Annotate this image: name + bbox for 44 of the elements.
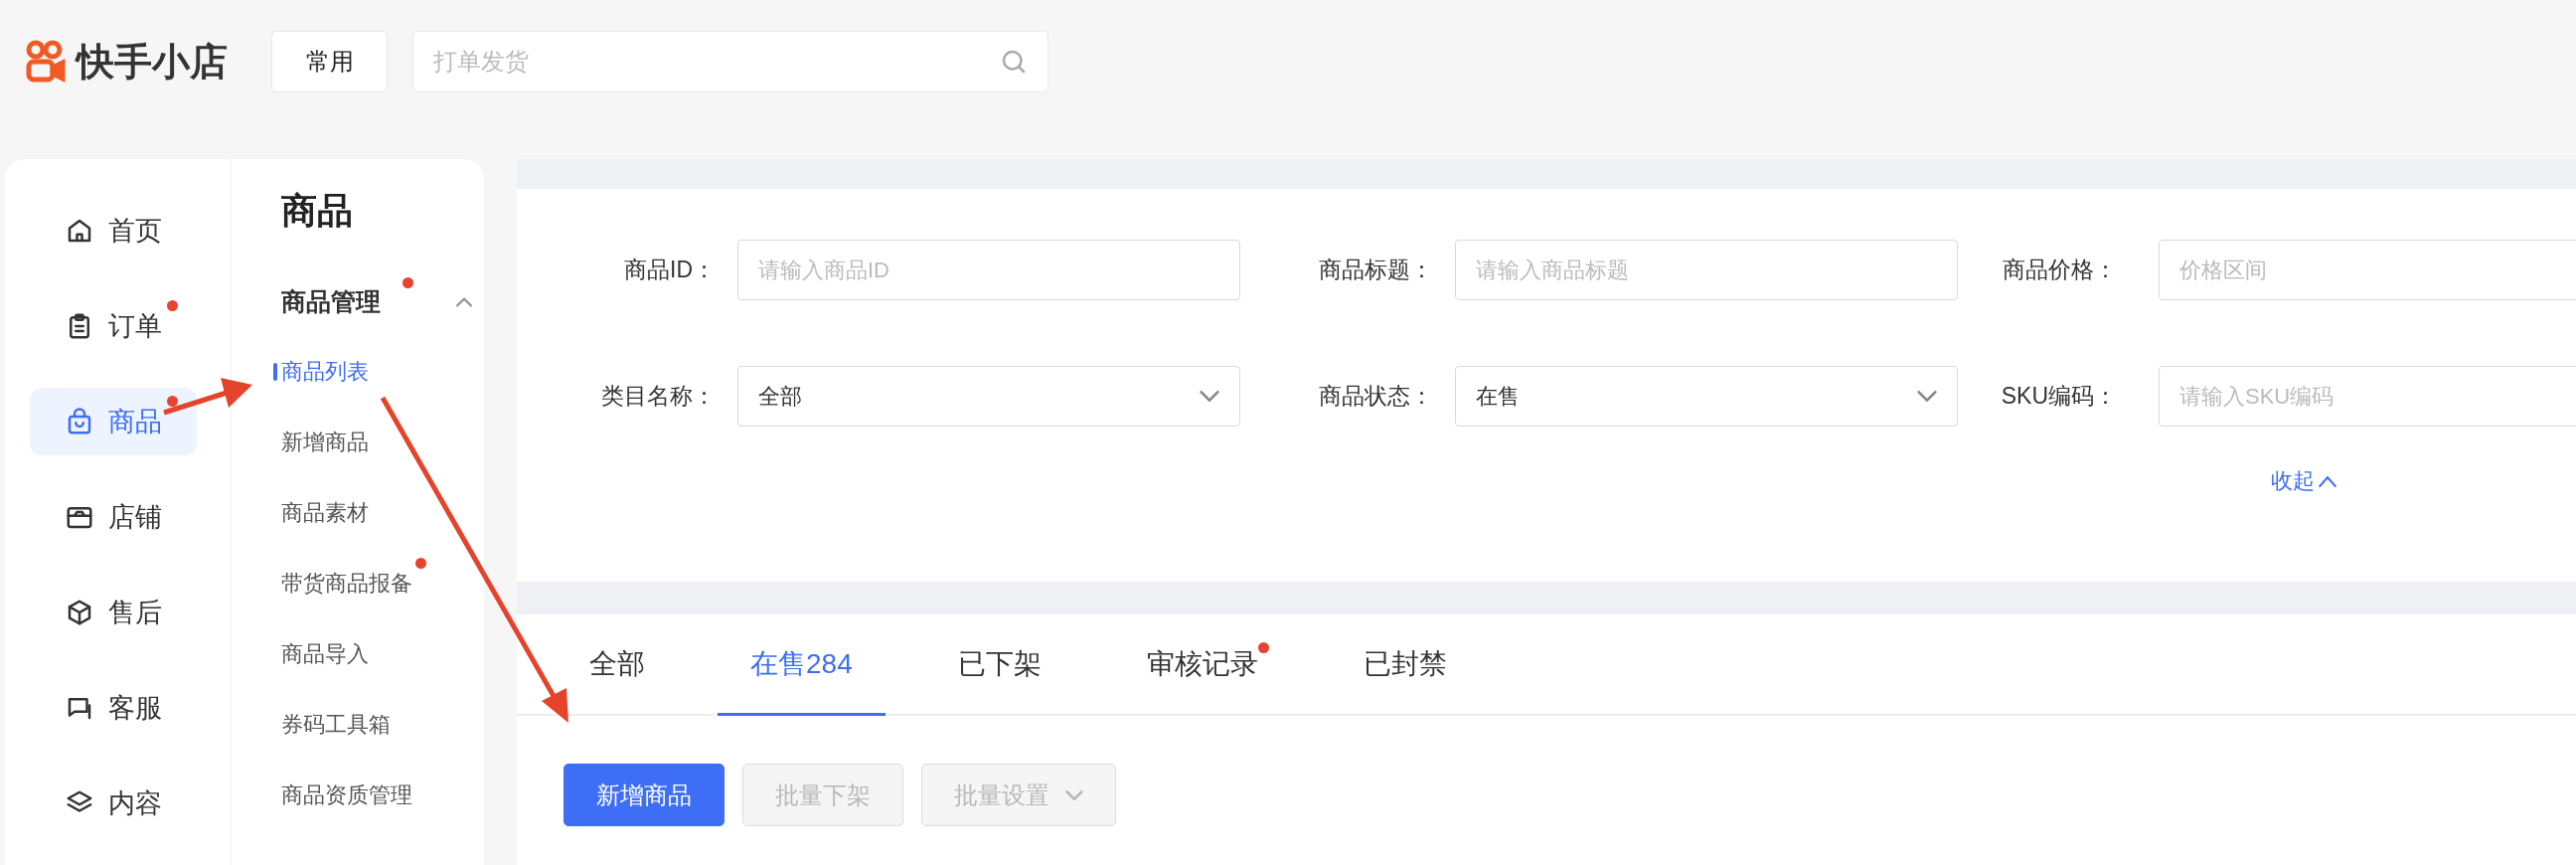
submenu-item[interactable]: 商品资质管理 bbox=[281, 779, 412, 810]
nav-item[interactable]: 售后 bbox=[30, 579, 197, 646]
field-label: 商品ID： bbox=[623, 256, 716, 284]
submenu-item[interactable]: 商品导入 bbox=[281, 638, 369, 669]
selection-bar bbox=[273, 363, 277, 381]
collapse-link[interactable]: 收起 bbox=[2271, 466, 2336, 496]
chevron-down-icon bbox=[1917, 391, 1937, 402]
logo-text: 快手小店 bbox=[77, 39, 228, 85]
submenu-item[interactable]: 新增商品 bbox=[281, 427, 369, 457]
submenu-item[interactable]: 券码工具箱 bbox=[281, 709, 391, 740]
nav-item[interactable]: 首页 bbox=[30, 197, 197, 264]
field-label: 商品状态： bbox=[1318, 382, 1433, 411]
nav-item[interactable]: 店铺 bbox=[30, 483, 197, 551]
tab[interactable]: 全部 bbox=[557, 614, 678, 716]
nav-item[interactable]: 客服 bbox=[30, 674, 197, 742]
field-label: SKU编码： bbox=[2000, 382, 2117, 411]
logo-icon bbox=[25, 40, 67, 84]
tab[interactable]: 已封禁 bbox=[1330, 614, 1480, 716]
section-title: 商品 bbox=[281, 189, 354, 233]
submenu-item[interactable]: 商品列表 bbox=[281, 356, 369, 387]
input-field[interactable]: 价格区间 bbox=[2159, 240, 2576, 300]
chevron-up-icon bbox=[2319, 475, 2336, 487]
search-field[interactable]: 打单发货 bbox=[412, 31, 1048, 92]
input-field[interactable]: 请输入商品标题 bbox=[1455, 240, 1958, 300]
nav-item[interactable]: 订单 bbox=[30, 292, 197, 360]
select-field[interactable]: 在售 bbox=[1455, 366, 1958, 427]
field-label: 商品标题： bbox=[1318, 256, 1433, 284]
select-field[interactable]: 全部 bbox=[737, 366, 1240, 427]
common-button[interactable]: 常用 bbox=[271, 31, 388, 92]
nav-item[interactable]: 内容 bbox=[30, 770, 197, 837]
submenu-item[interactable]: 商品素材 bbox=[281, 497, 369, 528]
input-field[interactable]: 请输入商品ID bbox=[737, 240, 1240, 300]
submenu-item[interactable]: 带货商品报备 bbox=[281, 568, 412, 599]
field-label: 类目名称： bbox=[600, 382, 716, 411]
field-label: 商品价格： bbox=[2002, 256, 2117, 284]
chevron-up-icon bbox=[456, 296, 472, 307]
menu-group[interactable]: 商品管理 bbox=[281, 275, 480, 318]
input-field[interactable]: 请输入SKU编码 bbox=[2159, 366, 2576, 427]
tab[interactable]: 在售284 bbox=[718, 614, 886, 716]
tab[interactable]: 审核记录 bbox=[1113, 614, 1291, 716]
chevron-down-icon bbox=[1200, 391, 1219, 402]
nav-item[interactable]: 商品 bbox=[30, 388, 197, 455]
action-button[interactable]: 新增商品 bbox=[564, 764, 724, 826]
tab[interactable]: 已下架 bbox=[924, 614, 1074, 716]
